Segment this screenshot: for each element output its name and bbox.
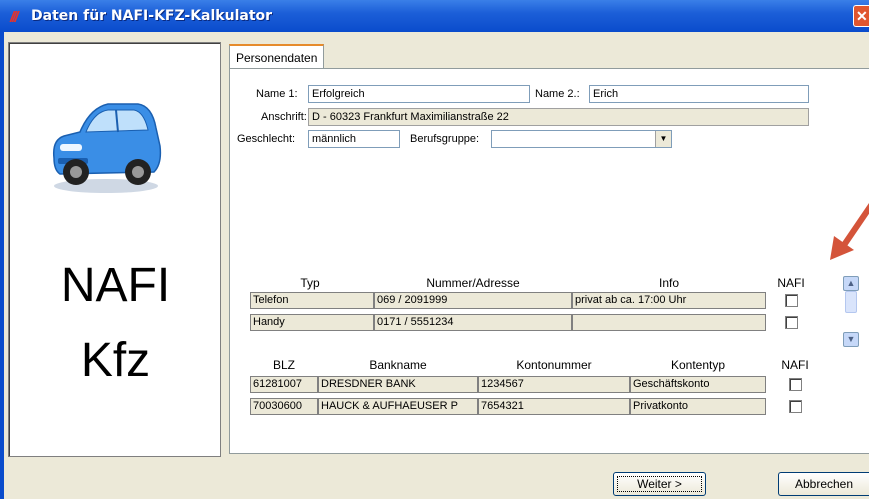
col-nafi: NAFI bbox=[777, 276, 805, 290]
anschrift-field: D - 60323 Frankfurt Maximilianstraße 22 bbox=[308, 108, 809, 126]
brand-line-2: Kfz bbox=[80, 334, 151, 387]
col-nummer: Nummer/Adresse bbox=[426, 276, 520, 290]
bank-nafi-checkbox[interactable] bbox=[789, 378, 802, 391]
bank-kontentyp[interactable]: Privatkonto bbox=[630, 398, 766, 415]
scroll-thumb[interactable] bbox=[845, 291, 857, 313]
col-bank-nafi: NAFI bbox=[781, 358, 809, 372]
berufsgruppe-label: Berufsgruppe: bbox=[410, 133, 480, 145]
contact-nummer[interactable]: 0171 / 5551234 bbox=[374, 314, 572, 331]
annotation-arrow-icon bbox=[830, 203, 869, 260]
col-typ: Typ bbox=[300, 276, 320, 290]
anschrift-label: Anschrift: bbox=[261, 111, 307, 123]
name1-label: Name 1: bbox=[256, 88, 298, 100]
contact-info[interactable]: privat ab ca. 17:00 Uhr bbox=[572, 292, 766, 309]
col-bankname: Bankname bbox=[369, 358, 427, 372]
close-icon: ✕ bbox=[856, 8, 868, 24]
close-button[interactable]: ✕ bbox=[853, 5, 869, 27]
contact-typ[interactable]: Telefon bbox=[250, 292, 374, 309]
title-bar: /// Daten für NAFI-KFZ-Kalkulator ✕ bbox=[0, 0, 869, 32]
contact-typ[interactable]: Handy bbox=[250, 314, 374, 331]
scroll-down-button[interactable]: ▼ bbox=[843, 332, 859, 347]
col-info: Info bbox=[658, 276, 679, 290]
abbrechen-button[interactable]: Abbrechen bbox=[778, 472, 869, 496]
contact-nafi-checkbox[interactable] bbox=[785, 316, 798, 329]
app-logo-icon: /// bbox=[10, 9, 18, 26]
bank-kontentyp[interactable]: Geschäftskonto bbox=[630, 376, 766, 393]
name2-field[interactable]: Erich bbox=[589, 85, 809, 103]
bank-kontonummer[interactable]: 1234567 bbox=[478, 376, 630, 393]
window-title: Daten für NAFI-KFZ-Kalkulator bbox=[31, 8, 273, 24]
bank-name[interactable]: HAUCK & AUFHAEUSER P bbox=[318, 398, 478, 415]
berufsgruppe-select[interactable]: ▼ bbox=[491, 130, 672, 148]
car-icon bbox=[52, 103, 162, 193]
bank-name[interactable]: DRESDNER BANK bbox=[318, 376, 478, 393]
tab-personendaten[interactable]: Personendaten bbox=[229, 44, 325, 69]
brand-panel: NAFI Kfz bbox=[8, 42, 221, 457]
bank-blz[interactable]: 61281007 bbox=[250, 376, 318, 393]
contact-nafi-checkbox[interactable] bbox=[785, 294, 798, 307]
bank-blz[interactable]: 70030600 bbox=[250, 398, 318, 415]
col-kontonummer: Kontonummer bbox=[516, 358, 592, 372]
contact-info[interactable] bbox=[572, 314, 766, 331]
chevron-down-icon[interactable]: ▼ bbox=[655, 131, 671, 147]
scroll-up-button[interactable]: ▲ bbox=[843, 276, 859, 291]
col-blz: BLZ bbox=[272, 358, 295, 372]
bank-kontonummer[interactable]: 7654321 bbox=[478, 398, 630, 415]
name2-label: Name 2.: bbox=[535, 88, 580, 100]
chevron-down-icon: ▼ bbox=[846, 334, 856, 344]
weiter-button[interactable]: Weiter > bbox=[613, 472, 706, 496]
contact-nummer[interactable]: 069 / 2091999 bbox=[374, 292, 572, 309]
brand-line-1: NAFI bbox=[60, 259, 171, 312]
chevron-up-icon: ▲ bbox=[846, 278, 856, 288]
geschlecht-label: Geschlecht: bbox=[237, 133, 296, 145]
geschlecht-field[interactable]: männlich bbox=[308, 130, 400, 148]
bank-nafi-checkbox[interactable] bbox=[789, 400, 802, 413]
name1-field[interactable]: Erfolgreich bbox=[308, 85, 530, 103]
col-kontentyp: Kontentyp bbox=[670, 358, 726, 372]
